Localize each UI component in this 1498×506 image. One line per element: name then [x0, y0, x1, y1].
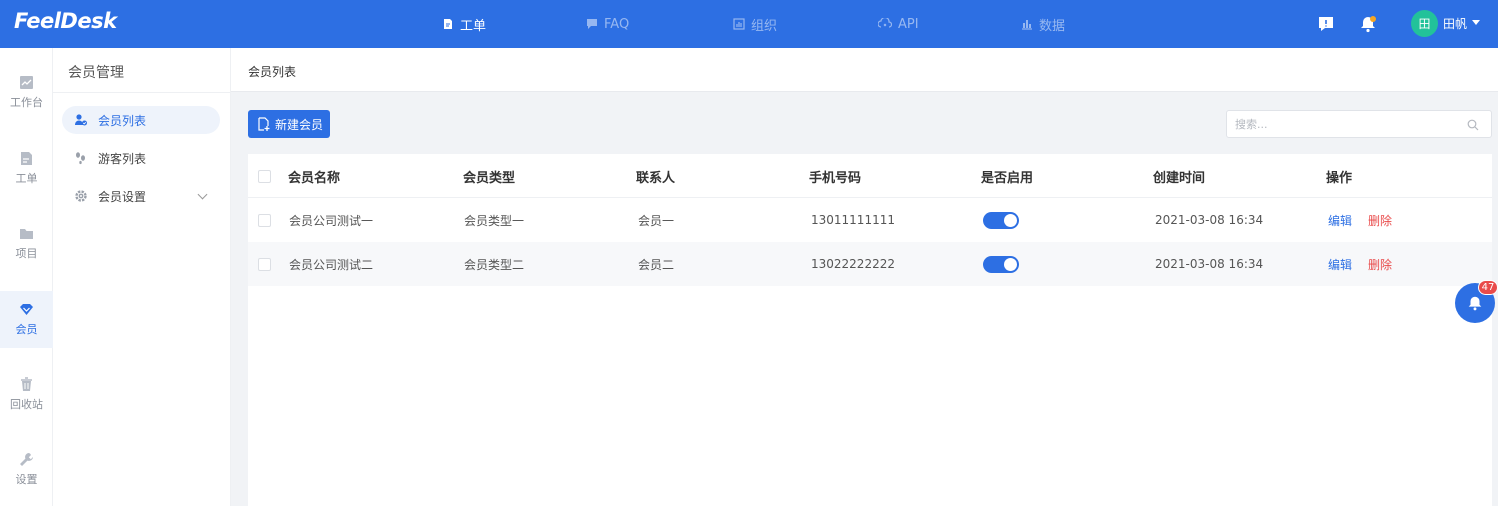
- org-icon: [733, 18, 745, 30]
- topnav-label: 组织: [751, 18, 778, 34]
- column-header[interactable]: 会员类型: [463, 154, 515, 198]
- row-actions: 编辑 删除: [1328, 242, 1392, 286]
- rail-item-settings[interactable]: 设置: [0, 441, 53, 498]
- rail-label: 回收站: [10, 398, 43, 411]
- rail-label: 设置: [15, 473, 38, 486]
- left-rail: 工作台 工单 项目 会员 回收站 设置: [0, 48, 53, 506]
- topnav-label: API: [898, 16, 919, 32]
- notification-count-badge: 47: [1478, 280, 1498, 295]
- member-name: 会员公司测试二: [289, 257, 374, 272]
- main-content: 会员列表 新建会员 会员名称 会员类型 联系人 手机号码 是否启用 创建时间 操…: [231, 48, 1498, 506]
- delete-link[interactable]: 删除: [1368, 212, 1392, 229]
- folder-icon: [20, 229, 33, 239]
- member-icon: [20, 304, 33, 315]
- column-header[interactable]: 创建时间: [1153, 154, 1205, 198]
- column-header[interactable]: 是否启用: [981, 154, 1033, 198]
- add-doc-icon: [258, 116, 270, 131]
- feedback-icon[interactable]: [1316, 14, 1336, 34]
- notification-dot: [1370, 16, 1376, 22]
- rail-item-members[interactable]: 会员: [0, 291, 53, 348]
- enabled-toggle[interactable]: [983, 211, 1019, 229]
- rail-label: 项目: [15, 247, 38, 260]
- search-icon[interactable]: [1467, 119, 1479, 131]
- row-checkbox[interactable]: [258, 214, 271, 227]
- rail-item-tickets[interactable]: 工单: [0, 140, 53, 197]
- column-header[interactable]: 会员名称: [288, 154, 340, 198]
- enabled-toggle[interactable]: [983, 255, 1019, 273]
- search-input[interactable]: [1235, 116, 1455, 132]
- subnav-item-member-settings[interactable]: 会员设置: [62, 182, 220, 210]
- subnav-item-member-list[interactable]: 会员列表: [62, 106, 220, 134]
- rail-item-dashboard[interactable]: 工作台: [0, 64, 53, 121]
- member-table: 会员名称 会员类型 联系人 手机号码 是否启用 创建时间 操作 会员公司测试一 …: [248, 154, 1492, 506]
- divider: [53, 92, 231, 93]
- table-header: 会员名称 会员类型 联系人 手机号码 是否启用 创建时间 操作: [248, 154, 1492, 198]
- ticket-icon: [21, 152, 32, 165]
- topnav-data[interactable]: 数据: [1021, 0, 1065, 48]
- avatar[interactable]: 田: [1411, 10, 1438, 37]
- trash-icon: [21, 377, 32, 391]
- rail-item-trash[interactable]: 回收站: [0, 366, 53, 423]
- select-all-checkbox[interactable]: [258, 170, 271, 183]
- row-actions: 编辑 删除: [1328, 198, 1392, 242]
- delete-link[interactable]: 删除: [1368, 256, 1392, 273]
- topnav-tickets[interactable]: 工单: [442, 0, 486, 48]
- subnav-title: 会员管理: [68, 65, 124, 81]
- member-contact: 会员一: [638, 213, 675, 228]
- member-phone: 13011111111: [811, 213, 895, 227]
- breadcrumb: 会员列表: [231, 48, 1498, 92]
- ticket-icon: [444, 19, 452, 29]
- member-subnav: 会员管理 会员列表 游客列表 会员设置: [53, 48, 231, 506]
- data-icon: [1022, 20, 1032, 30]
- member-phone: 13022222222: [811, 257, 895, 271]
- chevron-down-icon[interactable]: [1472, 20, 1480, 25]
- bell-icon: [1468, 296, 1482, 311]
- search-box: [1226, 110, 1492, 138]
- topnav-org[interactable]: 组织: [733, 0, 777, 48]
- member-list-icon: [75, 114, 87, 126]
- topnav-api[interactable]: API: [878, 0, 919, 48]
- new-member-button[interactable]: 新建会员: [248, 110, 330, 138]
- subnav-label: 游客列表: [98, 151, 147, 166]
- user-name[interactable]: 田帆: [1443, 15, 1467, 32]
- row-checkbox[interactable]: [258, 258, 271, 271]
- subnav-label: 会员列表: [98, 113, 147, 128]
- topnav-label: FAQ: [604, 16, 630, 32]
- faq-icon: [587, 19, 597, 29]
- member-contact: 会员二: [638, 257, 675, 272]
- column-header: 操作: [1326, 170, 1353, 186]
- table-row: 会员公司测试一 会员类型一 会员一 13011111111 2021-03-08…: [248, 198, 1492, 242]
- top-bar: FeelDesk 工单 FAQ 组织 API 数据 田 田帆: [0, 0, 1498, 48]
- subnav-label: 会员设置: [98, 189, 147, 204]
- edit-link[interactable]: 编辑: [1328, 212, 1352, 229]
- rail-item-projects[interactable]: 项目: [0, 215, 53, 272]
- column-header[interactable]: 联系人: [636, 154, 675, 198]
- rail-label: 工作台: [10, 96, 43, 109]
- table-row: 会员公司测试二 会员类型二 会员二 13022222222 2021-03-08…: [248, 242, 1492, 286]
- enabled-toggle-cell: [983, 198, 1019, 242]
- topnav-label: 工单: [460, 18, 487, 34]
- member-type: 会员类型一: [464, 213, 525, 228]
- member-name: 会员公司测试一: [289, 213, 374, 228]
- app-logo[interactable]: FeelDesk: [14, 9, 117, 33]
- rail-label: 工单: [15, 172, 38, 185]
- enabled-toggle-cell: [983, 242, 1019, 286]
- created-time: 2021-03-08 16:34: [1155, 213, 1264, 227]
- chevron-down-icon[interactable]: [197, 189, 208, 200]
- dashboard-icon: [20, 76, 33, 89]
- column-header[interactable]: 手机号码: [809, 154, 861, 198]
- visitor-icon: [76, 152, 85, 165]
- api-icon: [878, 18, 892, 28]
- breadcrumb-item[interactable]: 会员列表: [248, 63, 296, 80]
- topnav-label: 数据: [1039, 18, 1066, 34]
- settings-icon: [75, 190, 87, 202]
- new-member-label: 新建会员: [275, 117, 324, 132]
- topnav-faq[interactable]: FAQ: [586, 0, 629, 48]
- created-time: 2021-03-08 16:34: [1155, 257, 1264, 271]
- rail-label: 会员: [15, 323, 38, 336]
- member-type: 会员类型二: [464, 257, 525, 272]
- edit-link[interactable]: 编辑: [1328, 256, 1352, 273]
- wrench-icon: [20, 453, 33, 466]
- subnav-item-visitor-list[interactable]: 游客列表: [62, 144, 220, 172]
